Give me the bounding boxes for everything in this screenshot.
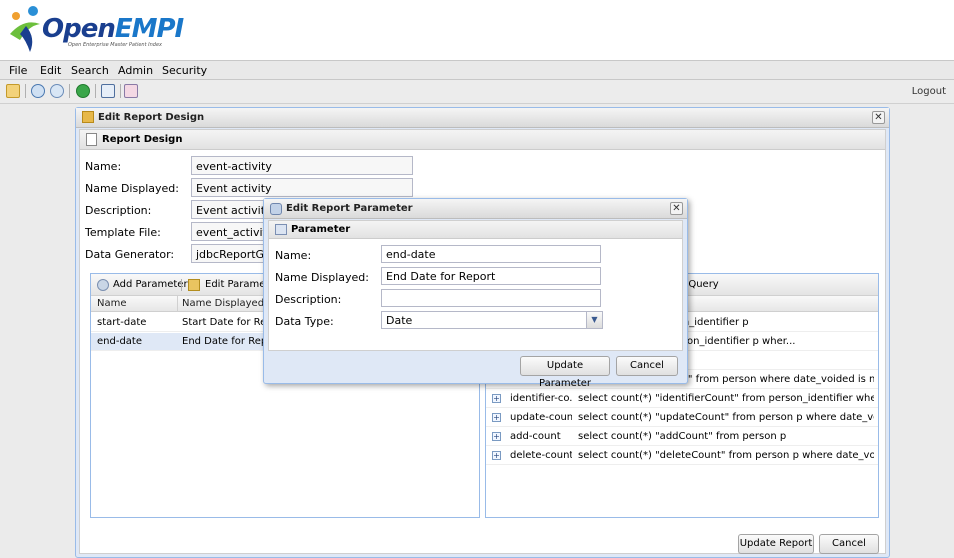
expand-row-icon[interactable]: + — [492, 413, 501, 422]
update-parameter-button[interactable]: Update Parameter — [520, 356, 610, 389]
table-row[interactable]: + add-count select count(*) "addCount" f… — [486, 428, 878, 446]
close-icon[interactable]: ✕ — [872, 111, 885, 124]
toolbar: Logout — [0, 80, 954, 104]
document-icon — [86, 133, 97, 146]
mail-icon[interactable] — [124, 84, 138, 98]
query-name-cell: identifier-co... — [510, 393, 572, 404]
app-header: OpenEMPI Open Enterprise Master Patient … — [0, 0, 954, 60]
field-label-name: Name: — [85, 160, 122, 173]
add-icon[interactable] — [76, 84, 90, 98]
logout-link[interactable]: Logout — [912, 86, 946, 97]
window-icon[interactable] — [101, 84, 115, 98]
edit-parameter-dialog: Edit Report Parameter ✕ Parameter Name: … — [263, 198, 688, 389]
toolbar-separator — [181, 279, 182, 291]
query-text-cell: select count(*) "addCount" from person p — [578, 431, 787, 442]
data-type-select[interactable]: Date ▼ — [381, 311, 603, 329]
menu-file[interactable]: File — [9, 64, 27, 77]
field-label-name: Name: — [275, 249, 312, 262]
report-name-field[interactable]: event-activity — [191, 156, 413, 175]
expand-row-icon[interactable]: + — [492, 394, 501, 403]
expand-row-icon[interactable]: + — [492, 432, 501, 441]
edit-parameter-dialog-header[interactable]: Edit Report Parameter ✕ — [264, 199, 687, 219]
parameter-name-displayed-field[interactable]: End Date for Report — [381, 267, 601, 285]
field-label-description: Description: — [275, 293, 342, 306]
data-type-value: Date — [386, 314, 413, 327]
field-label-description: Description: — [85, 204, 152, 217]
query-text-cell: select count(*) "identifierCount" from p… — [578, 393, 874, 404]
field-label-data-type: Data Type: — [275, 315, 334, 328]
chevron-down-icon[interactable]: ▼ — [586, 312, 602, 328]
query-text-cell: select count(*) "updateCount" from perso… — [578, 412, 874, 423]
edit-parameter-icon — [188, 279, 200, 291]
zoom-icon[interactable] — [50, 84, 64, 98]
cancel-parameter-button[interactable]: Cancel — [616, 356, 678, 376]
field-label-name-displayed: Name Displayed: — [275, 271, 369, 284]
parameter-description-field[interactable] — [381, 289, 601, 307]
column-divider — [177, 296, 178, 312]
toolbar-separator — [69, 84, 70, 98]
window-title: Edit Report Design — [98, 112, 205, 123]
update-report-button[interactable]: Update Report — [738, 534, 814, 554]
table-row[interactable]: + update-count select count(*) "updateCo… — [486, 409, 878, 427]
report-name-displayed-field[interactable]: Event activity — [191, 178, 413, 197]
column-header-name-displayed[interactable]: Name Displayed — [182, 298, 264, 309]
section-title: Parameter — [291, 224, 351, 235]
dialog-title: Edit Report Parameter — [286, 203, 413, 214]
menu-search[interactable]: Search — [71, 64, 109, 77]
menu-bar: File Edit Search Admin Security — [0, 60, 954, 80]
logo-tagline: Open Enterprise Master Patient Index — [68, 42, 162, 48]
toolbar-separator — [120, 84, 121, 98]
field-label-template-file: Template File: — [85, 226, 161, 239]
openempi-logo-icon — [10, 6, 40, 52]
add-parameter-button[interactable]: Add Parameter — [113, 279, 188, 290]
parameter-icon — [275, 224, 287, 235]
field-label-data-generator: Data Generator: — [85, 248, 175, 261]
search-icon[interactable] — [31, 84, 45, 98]
query-text-cell: select count(*) "deleteCount" from perso… — [578, 450, 874, 461]
toolbar-separator — [95, 84, 96, 98]
section-title: Report Design — [102, 134, 183, 145]
parameter-name-cell: start-date — [97, 317, 147, 328]
column-header-name[interactable]: Name — [97, 298, 127, 309]
field-label-name-displayed: Name Displayed: — [85, 182, 179, 195]
parameter-edit-icon — [270, 203, 282, 215]
toolbar-separator — [25, 84, 26, 98]
folder-search-icon[interactable] — [6, 84, 20, 98]
query-name-cell: delete-count — [510, 450, 572, 461]
report-edit-icon — [82, 111, 94, 123]
table-row[interactable]: + delete-count select count(*) "deleteCo… — [486, 447, 878, 465]
cancel-report-button[interactable]: Cancel — [819, 534, 879, 554]
parameter-section-header: Parameter — [269, 221, 682, 239]
edit-report-window-header: Edit Report Design ✕ — [76, 108, 889, 128]
parameter-name-field[interactable]: end-date — [381, 245, 601, 263]
parameter-name-cell: end-date — [97, 336, 142, 347]
query-name-cell: add-count — [510, 431, 561, 442]
close-icon[interactable]: ✕ — [670, 202, 683, 215]
menu-edit[interactable]: Edit — [40, 64, 61, 77]
menu-admin[interactable]: Admin — [118, 64, 153, 77]
menu-security[interactable]: Security — [162, 64, 207, 77]
expand-row-icon[interactable]: + — [492, 451, 501, 460]
parameter-form: Parameter Name: end-date Name Displayed:… — [268, 220, 683, 351]
query-name-cell: update-count — [510, 412, 572, 423]
logo-wordmark: OpenEMPI — [42, 14, 184, 44]
add-parameter-icon — [97, 279, 109, 291]
report-design-section-header: Report Design — [80, 130, 885, 150]
